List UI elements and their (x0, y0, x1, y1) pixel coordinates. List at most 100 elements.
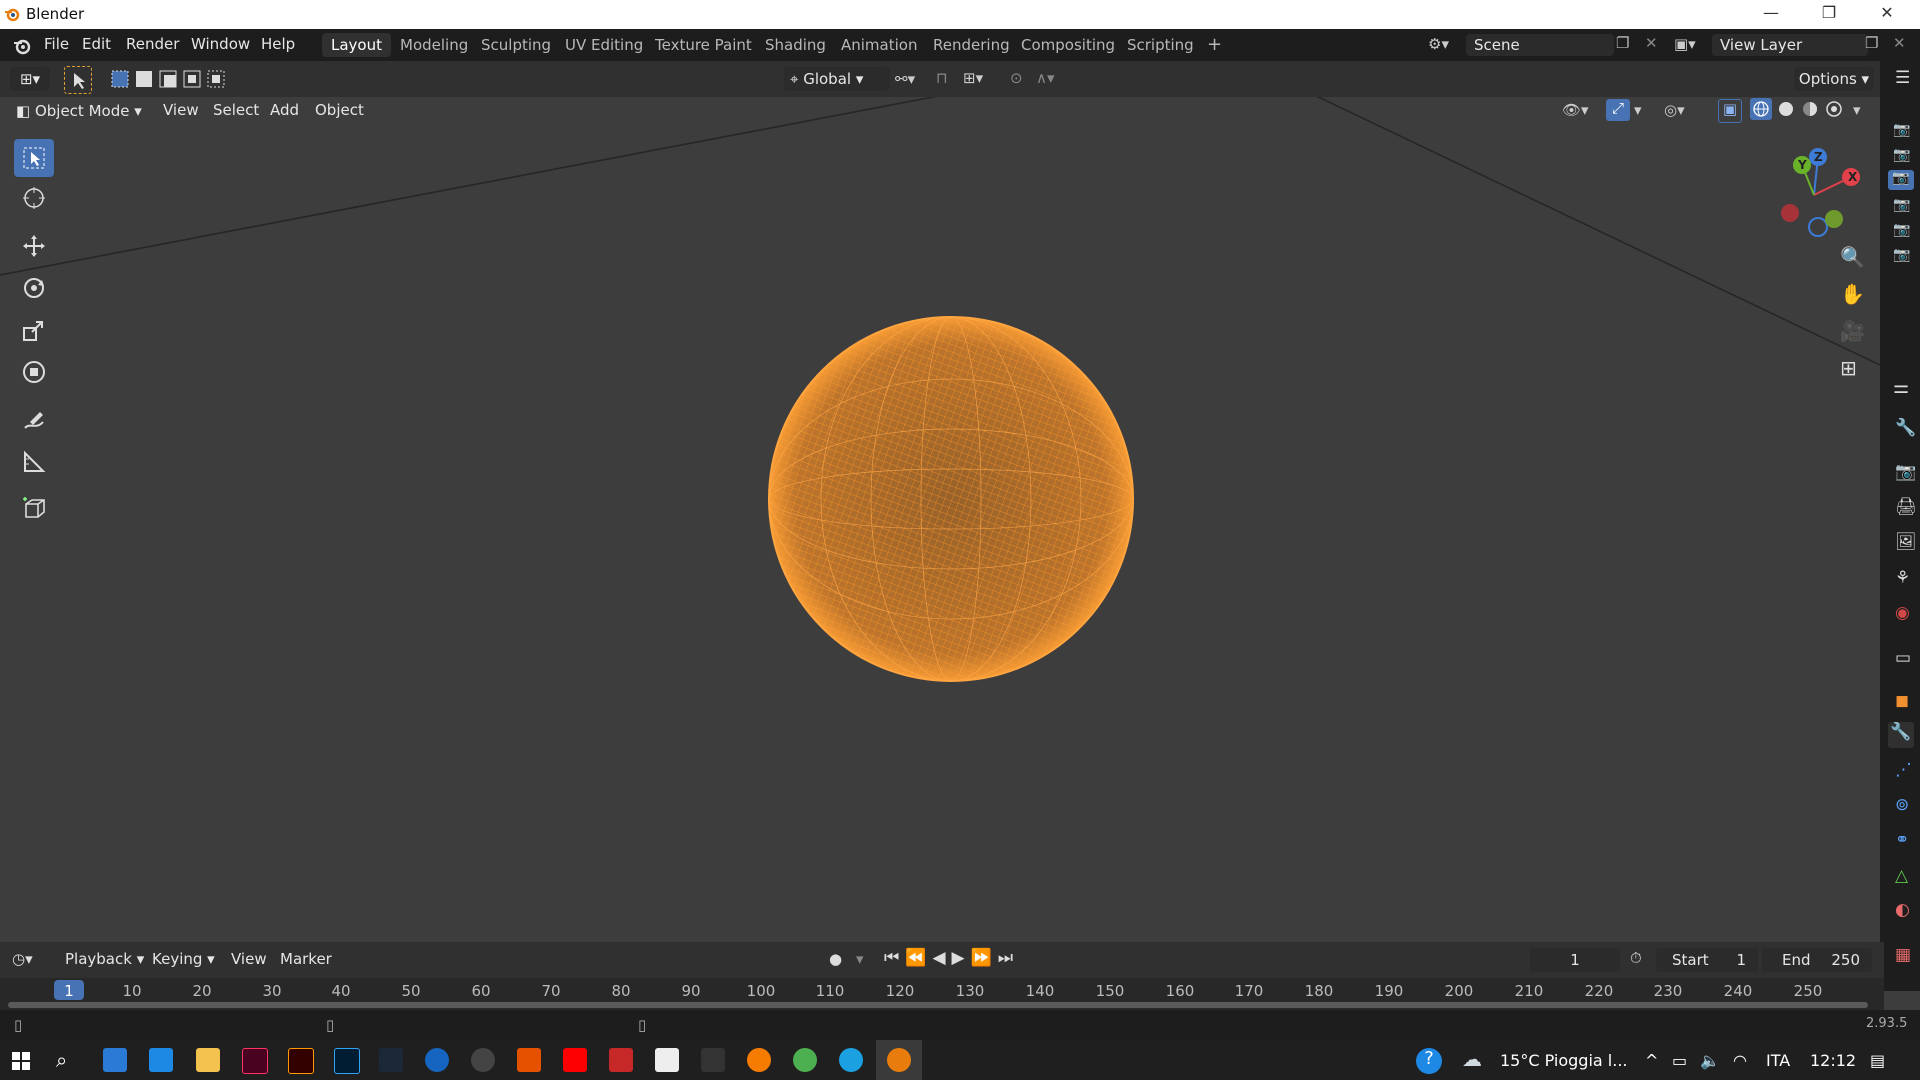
ms-store-icon[interactable] (103, 1048, 127, 1072)
constraint-properties-icon[interactable]: ⚭ (1895, 830, 1909, 850)
particle-properties-icon[interactable]: ⋰ (1895, 760, 1912, 780)
start-frame-field[interactable]: Start 1 (1656, 948, 1758, 972)
volume-icon[interactable]: 🔈 (1700, 1051, 1720, 1070)
menu-help[interactable]: Help (261, 35, 295, 53)
menu-object[interactable]: Object (315, 101, 364, 119)
snap-icon[interactable]: ⊓ (936, 69, 948, 87)
collection-properties-icon[interactable]: ▭ (1895, 648, 1911, 668)
collection-visibility-icon[interactable]: 📷 (1893, 147, 1910, 163)
physics-properties-icon[interactable]: ⊚ (1895, 795, 1909, 815)
texture-properties-icon[interactable]: ▦ (1895, 945, 1911, 965)
steam-icon[interactable] (379, 1048, 403, 1072)
blender-alt-icon[interactable] (747, 1048, 771, 1072)
blender-menu-icon[interactable] (12, 37, 32, 55)
selection-mode-group[interactable] (110, 69, 230, 89)
tab-texture-paint[interactable]: Texture Paint (646, 33, 761, 57)
help-icon[interactable]: ? (1416, 1048, 1442, 1074)
zoom-icon[interactable]: 🔍 (1840, 245, 1865, 269)
chevron-down-icon[interactable]: ▾ (856, 950, 864, 968)
tab-layout[interactable]: Layout (322, 33, 391, 57)
tool-properties-icon[interactable]: 🔧 (1895, 418, 1916, 438)
select-tool-icon[interactable] (64, 66, 92, 94)
search-icon[interactable]: ⌕ (56, 1048, 67, 1072)
data-properties-icon[interactable]: △ (1895, 866, 1908, 886)
red-app-icon[interactable] (609, 1048, 633, 1072)
disc-app-icon[interactable] (471, 1048, 495, 1072)
tab-animation[interactable]: Animation (832, 33, 926, 57)
vlc-icon[interactable] (517, 1048, 541, 1072)
view-layer-field[interactable]: View Layer (1712, 34, 1868, 56)
utility-app-icon[interactable] (701, 1048, 725, 1072)
xray-toggle-icon[interactable]: ▣ (1718, 99, 1742, 123)
playback-controls[interactable]: ⏮⏪◀▶⏩⏭ (884, 948, 1019, 968)
tab-uv-editing[interactable]: UV Editing (556, 33, 652, 57)
language-indicator[interactable]: ITA (1766, 1051, 1790, 1070)
media-player-icon[interactable] (425, 1048, 449, 1072)
menu-window[interactable]: Window (191, 35, 250, 53)
current-frame-field[interactable]: 1 (1530, 948, 1620, 972)
scale-tool[interactable] (14, 311, 54, 349)
snap-target-icon[interactable]: ⊞▾ (963, 69, 983, 87)
battery-icon[interactable]: ▭ (1672, 1051, 1687, 1070)
chevron-down-icon[interactable]: ▾ (1634, 101, 1642, 119)
windows-start-icon[interactable] (12, 1052, 30, 1070)
render-properties-icon[interactable]: 📷 (1895, 462, 1916, 482)
scene-name-field[interactable]: Scene (1466, 34, 1614, 56)
falloff-icon[interactable]: ∧▾ (1036, 69, 1055, 87)
tab-compositing[interactable]: Compositing (1012, 33, 1124, 57)
tab-rendering[interactable]: Rendering (924, 33, 1019, 57)
world-properties-icon[interactable]: ◉ (1895, 603, 1910, 623)
scene-properties-icon[interactable]: ⚘ (1895, 568, 1910, 588)
output-properties-icon[interactable]: 🖨 (1895, 497, 1917, 517)
minimize-button[interactable]: — (1748, 3, 1794, 27)
collection-visibility-icon[interactable]: 📷 (1888, 170, 1914, 190)
camera-view-icon[interactable]: 🎥 (1840, 319, 1865, 343)
transform-orientation-dropdown[interactable]: ⌖ Global ▾ (784, 67, 890, 91)
perspective-toggle-icon[interactable]: ⊞ (1840, 356, 1857, 380)
tab-shading[interactable]: Shading (756, 33, 835, 57)
annotate-tool[interactable] (14, 401, 54, 439)
weather-text[interactable]: 15°C Pioggia l... (1500, 1051, 1628, 1070)
notifications-icon[interactable]: ▤ (1870, 1051, 1885, 1070)
shading-modes-group[interactable] (1750, 97, 1850, 121)
inkscape-icon[interactable] (655, 1048, 679, 1072)
rotate-tool[interactable] (14, 269, 54, 307)
pivot-point-icon[interactable]: ⚯▾ (895, 70, 915, 88)
record-keyframe-icon[interactable]: ● (829, 950, 842, 968)
clock-icon[interactable]: ⏱ (1630, 949, 1642, 967)
tab-sculpting[interactable]: Sculpting (472, 33, 560, 57)
timeline-editor-icon[interactable]: ◷▾ (12, 950, 33, 968)
clock-time[interactable]: 12:12 (1810, 1051, 1856, 1070)
indesign-icon[interactable] (242, 1048, 268, 1074)
visibility-icon[interactable]: 👁▾ (1562, 101, 1589, 119)
collection-visibility-icon[interactable]: 📷 (1893, 222, 1910, 238)
object-properties-icon[interactable]: ◼ (1895, 691, 1909, 711)
collection-visibility-icon[interactable]: 📷 (1893, 197, 1910, 213)
playback-dropdown[interactable]: Playback ▾ (65, 950, 144, 968)
menu-add[interactable]: Add (270, 101, 299, 119)
tab-modeling[interactable]: Modeling (391, 33, 477, 57)
menu-edit[interactable]: Edit (82, 35, 111, 53)
options-dropdown[interactable]: Options ▾ (1794, 67, 1874, 91)
outliner-icon[interactable]: ☰ (1895, 68, 1910, 88)
transform-tool[interactable] (14, 353, 54, 391)
menu-file[interactable]: File (44, 35, 69, 53)
pan-hand-icon[interactable]: ✋ (1840, 282, 1865, 306)
timeline-ruler[interactable]: 1 10 20 30 40 50 60 70 80 90 100 110 120… (0, 978, 1884, 1010)
uv-sphere-wireframe[interactable] (766, 314, 1136, 684)
mode-dropdown[interactable]: ◧ Object Mode ▾ (12, 99, 148, 123)
menu-render[interactable]: Render (126, 35, 179, 53)
material-properties-icon[interactable]: ◐ (1895, 900, 1910, 920)
timeline-menu-view[interactable]: View (231, 950, 267, 968)
youtube-icon[interactable] (563, 1048, 587, 1072)
blender-taskbar-button[interactable] (876, 1040, 922, 1080)
new-scene-icon[interactable]: ❐ (1616, 34, 1629, 52)
3d-viewport[interactable]: ◧ Object Mode ▾ View Select Add Object 👁… (0, 97, 1880, 942)
photos-app-icon[interactable] (149, 1048, 173, 1072)
measure-tool[interactable] (14, 443, 54, 481)
chevron-down-icon[interactable]: ▾ (1853, 101, 1861, 119)
overlays-icon[interactable]: ◎▾ (1664, 101, 1685, 119)
add-workspace-button[interactable]: + (1198, 33, 1231, 57)
new-view-layer-icon[interactable]: ❐ (1865, 34, 1878, 52)
menu-select[interactable]: Select (213, 101, 259, 119)
